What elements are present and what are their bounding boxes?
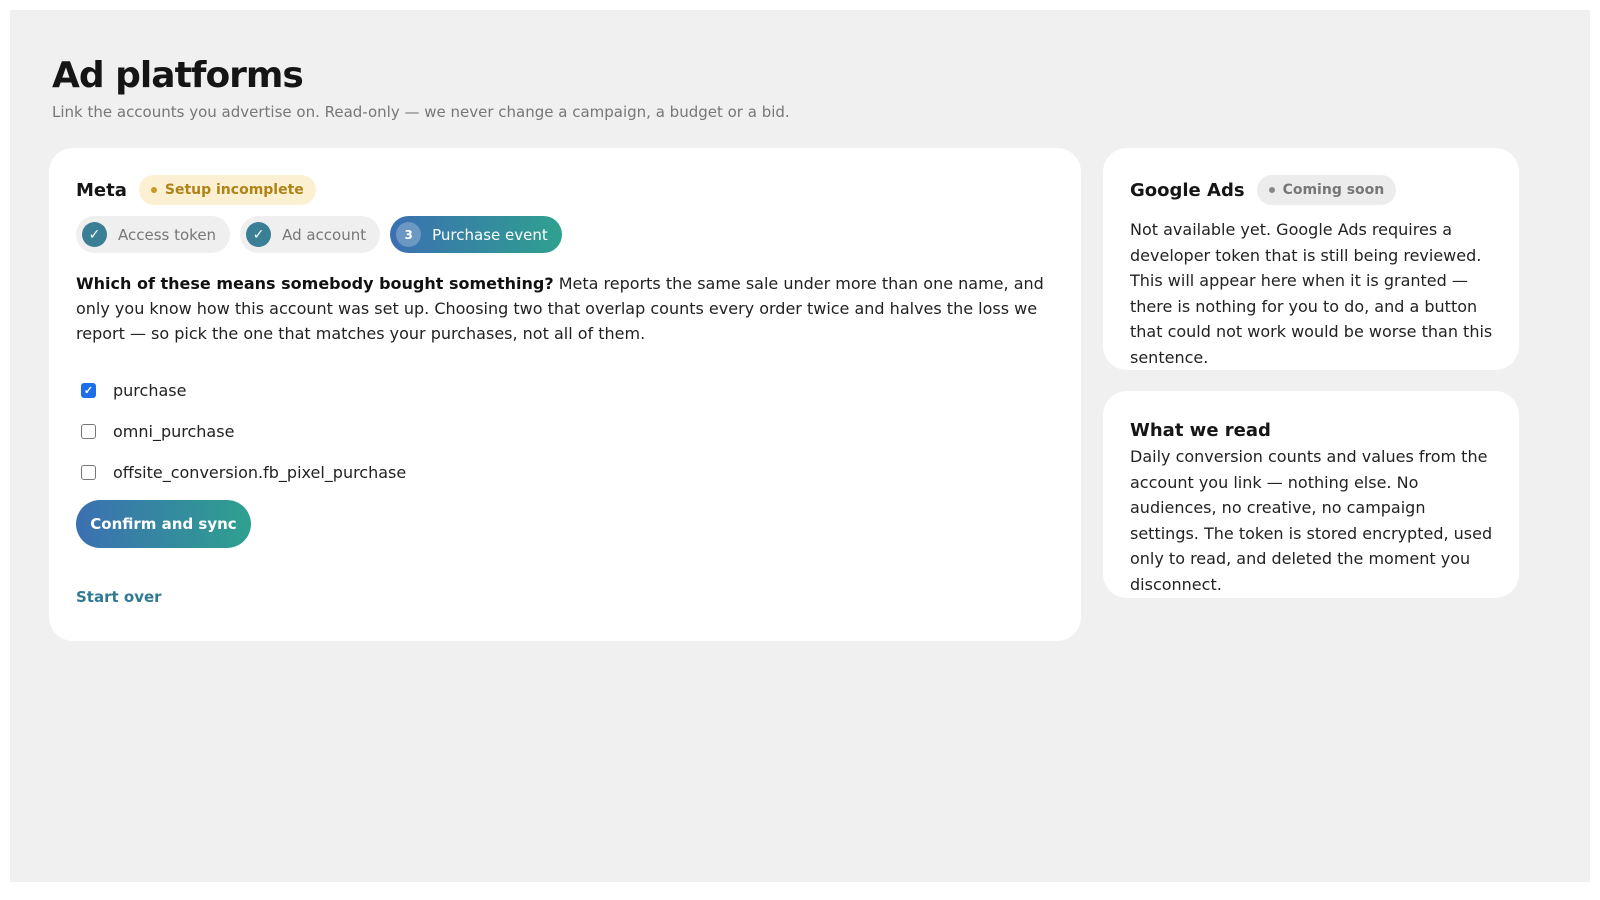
page-subtitle: Link the accounts you advertise on. Read… [52,103,790,121]
step-label: Purchase event [432,225,548,244]
step-purchase-event[interactable]: 3 Purchase event [390,216,562,253]
option-label: omni_purchase [113,422,235,441]
setup-status-badge: Setup incomplete [138,175,316,205]
start-over-link[interactable]: Start over [76,588,162,606]
step-label: Ad account [282,225,367,244]
google-ads-card-title: Google Ads [1130,179,1245,201]
page-title: Ad platforms [52,55,304,96]
what-we-read-card: What we read Daily conversion counts and… [1103,391,1519,598]
coming-soon-label: Coming soon [1282,182,1385,198]
meta-card: Meta Setup incomplete ✓ Access token ✓ A… [49,148,1081,641]
step-label: Access token [118,225,217,244]
setup-steps: ✓ Access token ✓ Ad account 3 Purchase e… [76,216,562,253]
option-purchase[interactable]: ✓ purchase [81,370,406,411]
option-omni-purchase[interactable]: omni_purchase [81,411,406,452]
option-label: offsite_conversion.fb_pixel_purchase [113,463,407,482]
purchase-event-prompt: Which of these means somebody bought som… [76,271,1061,346]
google-ads-description: Not available yet. Google Ads requires a… [1130,220,1493,367]
what-we-read-description: Daily conversion counts and values from … [1130,447,1493,594]
coming-soon-badge: Coming soon [1256,175,1397,205]
check-icon: ✓ [82,222,107,247]
setup-status-label: Setup incomplete [164,182,304,198]
what-we-read-title: What we read [1130,420,1271,441]
checkbox-omni-purchase[interactable] [81,424,96,439]
step-number: 3 [396,222,422,247]
confirm-and-sync-button[interactable]: Confirm and sync [76,500,251,548]
checkbox-fb-pixel-purchase[interactable] [81,465,96,480]
option-label: purchase [113,381,187,400]
checkbox-purchase[interactable]: ✓ [81,383,96,398]
meta-card-header: Meta Setup incomplete [76,175,316,205]
meta-card-title: Meta [76,179,127,201]
status-dot-icon [150,187,157,193]
step-ad-account[interactable]: ✓ Ad account [240,216,381,253]
google-ads-card-header: Google Ads Coming soon [1130,175,1397,205]
option-fb-pixel-purchase[interactable]: offsite_conversion.fb_pixel_purchase [81,452,406,493]
check-icon: ✓ [246,222,272,247]
purchase-event-options: ✓ purchase omni_purchase offsite_convers… [81,370,406,493]
prompt-question: Which of these means somebody bought som… [76,274,554,293]
step-access-token[interactable]: ✓ Access token [76,216,231,253]
google-ads-card: Google Ads Coming soon Not available yet… [1103,148,1519,370]
status-dot-icon [1268,187,1275,193]
